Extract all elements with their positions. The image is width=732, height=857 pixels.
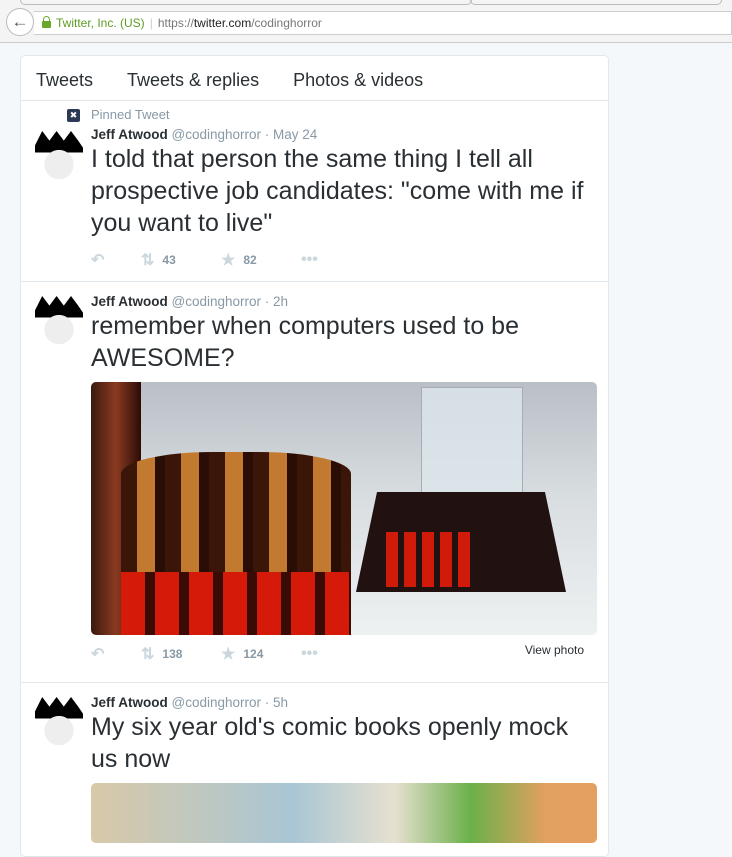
tweet-text: I told that person the same thing I tell… — [91, 145, 584, 237]
browser-tab[interactable] — [20, 0, 472, 5]
favorite-count: 82 — [243, 253, 257, 267]
reply-icon[interactable]: ↶ — [91, 250, 104, 270]
tweet-photo[interactable] — [91, 382, 597, 635]
author-handle[interactable]: @codinghorror — [172, 695, 262, 710]
avatar[interactable] — [35, 296, 83, 344]
retweet-count: 138 — [162, 647, 183, 661]
more-icon[interactable]: ••• — [301, 645, 318, 663]
tweet-time[interactable]: · 2h — [265, 294, 288, 309]
profile-tabs: Tweets Tweets & replies Photos & videos — [21, 56, 608, 101]
pinned-label: Pinned Tweet — [91, 107, 170, 122]
browser-toolbar: ← Twitter, Inc. (US) | https://twitter.com… — [0, 0, 732, 43]
author-name[interactable]: Jeff Atwood — [91, 695, 168, 710]
tab-photos-videos[interactable]: Photos & videos — [278, 56, 423, 100]
tweet[interactable]: Jeff Atwood @codinghorror · 5h My six ye… — [21, 683, 608, 843]
author-handle[interactable]: @codinghorror — [172, 294, 262, 309]
author-handle[interactable]: @codinghorror — [172, 127, 262, 142]
pin-icon: ✖ — [67, 109, 80, 122]
browser-tab[interactable] — [470, 0, 722, 5]
tweet-time[interactable]: · 5h — [265, 695, 288, 710]
tweet-photo[interactable] — [91, 783, 597, 843]
avatar[interactable] — [35, 697, 83, 745]
favorite-icon[interactable]: ★ — [221, 644, 235, 664]
view-photo-link[interactable]: View photo — [525, 643, 584, 657]
lock-icon — [42, 16, 51, 28]
url-bar[interactable]: Twitter, Inc. (US) | https://twitter.com/c… — [34, 11, 732, 35]
avatar[interactable] — [35, 131, 83, 179]
tweet-text: My six year old's comic books openly moc… — [91, 713, 569, 773]
more-icon[interactable]: ••• — [301, 251, 318, 269]
author-name[interactable]: Jeff Atwood — [91, 294, 168, 309]
author-name[interactable]: Jeff Atwood — [91, 127, 168, 142]
tab-tweets[interactable]: Tweets — [21, 56, 93, 100]
retweet-icon[interactable]: ⇅ — [141, 250, 154, 270]
favorite-icon[interactable]: ★ — [221, 250, 235, 270]
retweet-icon[interactable]: ⇅ — [141, 644, 154, 664]
site-identity[interactable]: Twitter, Inc. (US) — [56, 16, 145, 30]
tweet-text: remember when computers used to be AWESO… — [91, 312, 519, 372]
tweet[interactable]: ✖ Pinned Tweet Jeff Atwood @codinghorror… — [21, 101, 608, 282]
reply-icon[interactable]: ↶ — [91, 644, 104, 664]
timeline: Tweets Tweets & replies Photos & videos … — [20, 55, 609, 857]
favorite-count: 124 — [243, 647, 264, 661]
tab-tweets-replies[interactable]: Tweets & replies — [112, 56, 259, 100]
tweet[interactable]: Jeff Atwood @codinghorror · 2h remember … — [21, 282, 608, 683]
back-button[interactable]: ← — [6, 8, 34, 36]
retweet-count: 43 — [162, 253, 176, 267]
tweet-time[interactable]: · May 24 — [265, 127, 318, 142]
